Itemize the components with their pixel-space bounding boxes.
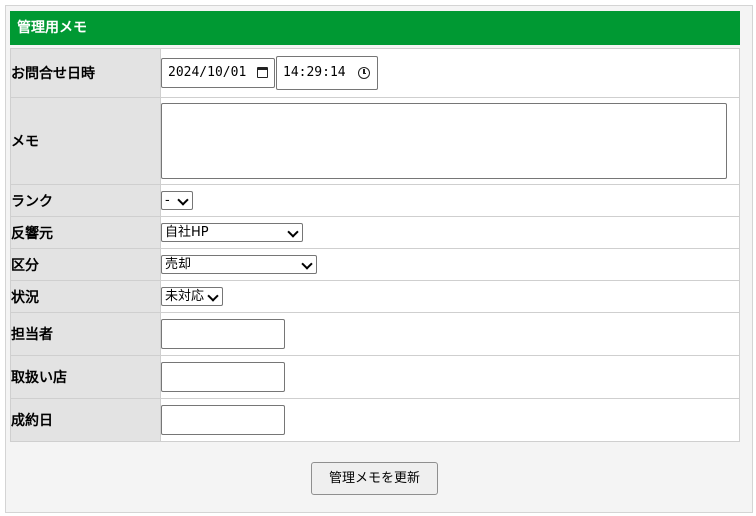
- chevron-down-icon: [207, 290, 219, 302]
- category-selected-value: 売却: [165, 257, 192, 272]
- branch-input[interactable]: [161, 362, 285, 392]
- status-label: 状況: [10, 280, 161, 313]
- inquiry-date-value: 2024/10/01: [168, 65, 247, 80]
- source-label: 反響元: [10, 216, 161, 249]
- datetime-label: お問合せ日時: [10, 48, 161, 98]
- source-select[interactable]: 自社HP: [161, 223, 303, 242]
- chevron-down-icon: [177, 194, 189, 206]
- rank-label: ランク: [10, 184, 161, 217]
- calendar-icon[interactable]: [257, 67, 268, 78]
- chevron-down-icon: [301, 258, 313, 270]
- row-branch: 取扱い店: [10, 355, 740, 399]
- staff-label: 担当者: [10, 312, 161, 356]
- memo-textarea[interactable]: [161, 103, 727, 179]
- update-memo-button[interactable]: 管理メモを更新: [311, 462, 438, 495]
- inquiry-time-input[interactable]: 14:29:14: [276, 56, 378, 90]
- inquiry-date-input[interactable]: 2024/10/01: [161, 58, 275, 88]
- row-category: 区分 売却: [10, 248, 740, 281]
- row-datetime: お問合せ日時 2024/10/01 14:29:14: [10, 48, 740, 98]
- row-memo: メモ: [10, 97, 740, 185]
- row-source: 反響元 自社HP: [10, 216, 740, 249]
- status-select[interactable]: 未対応: [161, 287, 223, 306]
- contract-date-label: 成約日: [10, 398, 161, 442]
- status-selected-value: 未対応: [165, 289, 205, 304]
- clock-icon[interactable]: [358, 67, 370, 79]
- category-select[interactable]: 売却: [161, 255, 317, 274]
- memo-form-table: お問合せ日時 2024/10/01 14:29:14 メモ ランク - 反響元: [10, 48, 740, 442]
- row-staff: 担当者: [10, 312, 740, 356]
- panel-header: 管理用メモ: [10, 11, 740, 45]
- branch-label: 取扱い店: [10, 355, 161, 399]
- rank-select[interactable]: -: [161, 191, 193, 210]
- source-selected-value: 自社HP: [165, 225, 209, 240]
- contract-date-input[interactable]: [161, 405, 285, 435]
- row-contract-date: 成約日: [10, 398, 740, 442]
- staff-input[interactable]: [161, 319, 285, 349]
- category-label: 区分: [10, 248, 161, 281]
- inquiry-time-value: 14:29:14: [283, 65, 346, 80]
- row-rank: ランク -: [10, 184, 740, 217]
- chevron-down-icon: [287, 226, 299, 238]
- memo-label: メモ: [10, 97, 161, 185]
- row-status: 状況 未対応: [10, 280, 740, 313]
- rank-selected-value: -: [165, 193, 170, 208]
